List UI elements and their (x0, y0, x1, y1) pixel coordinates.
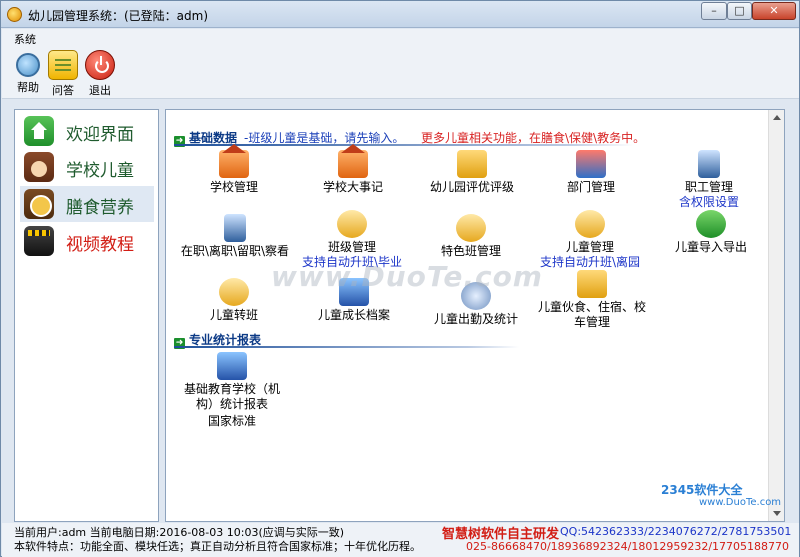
tile-school-events[interactable]: 学校大事记 (308, 144, 398, 195)
sidebar-item-school-children[interactable]: 学校儿童 (20, 149, 154, 185)
minimize-button[interactable]: – (701, 2, 727, 20)
qq-contact: QQ:542362333/2234076272/2781753501 (560, 525, 792, 538)
sidebar-item-label: 膳食营养 (66, 198, 134, 218)
status-bar: 当前用户:adm 当前电脑日期:2016-08-03 10:03(应调与实际一致… (2, 523, 799, 557)
app-window: 幼儿园管理系统：(已登陆：adm) – □ ✕ 系统 帮助 问答 退出 欢迎界面… (0, 0, 800, 557)
sidebar-item-label: 学校儿童 (66, 161, 134, 181)
qa-button[interactable]: 问答 (45, 50, 81, 98)
phone-contact: 025-86668470/18936892324/18012959232/177… (466, 540, 790, 553)
status-features: 本软件特点：功能全面、模块任选；真正自动分析且符合国家标准；十年优化历程。 (14, 540, 421, 553)
home-icon (24, 116, 54, 146)
menu-bar: 系统 (2, 29, 799, 47)
staff-status-icon (224, 214, 246, 242)
tile-special-class[interactable]: 特色班管理 (426, 214, 516, 259)
app-icon (7, 7, 22, 22)
toolbar: 帮助 问答 退出 (2, 47, 799, 99)
qa-icon (48, 50, 78, 80)
tile-school-management[interactable]: 学校管理 (194, 144, 274, 195)
tile-staff-management[interactable]: 职工管理 含权限设置 (664, 150, 754, 209)
power-icon (85, 50, 115, 80)
vertical-scrollbar[interactable] (768, 110, 784, 521)
close-button[interactable]: ✕ (752, 2, 796, 20)
import-export-icon (696, 210, 726, 238)
title-bar: 幼儿园管理系统：(已登陆：adm) – □ ✕ (1, 1, 799, 28)
exit-label: 退出 (89, 84, 111, 97)
qa-label: 问答 (52, 84, 74, 97)
tile-evaluation[interactable]: 幼儿园评优评级 (421, 150, 523, 195)
child-icon (24, 152, 54, 182)
exit-button[interactable]: 退出 (82, 50, 118, 98)
menu-system[interactable]: 系统 (14, 31, 36, 47)
staff-icon (698, 150, 720, 178)
scroll-up-icon[interactable] (773, 115, 781, 120)
food-icon (24, 189, 54, 219)
school-events-icon (338, 144, 368, 178)
corner-logo: 2345软件大全 (661, 483, 743, 497)
help-button[interactable]: 帮助 (10, 50, 46, 95)
children-icon (575, 210, 605, 238)
window-title: 幼儿园管理系统：(已登陆：adm) (28, 9, 209, 23)
tile-child-import-export[interactable]: 儿童导入导出 (666, 210, 756, 255)
tile-meals-boarding-bus[interactable]: 儿童伙食、住宿、校车管理 (536, 270, 648, 330)
watermark: www.DuoTe.com (271, 260, 543, 293)
department-icon (576, 150, 606, 178)
school-house-icon (219, 144, 249, 178)
meals-icon (577, 270, 607, 298)
video-icon (24, 226, 54, 256)
help-icon (16, 53, 40, 77)
main-panel: ➜ 基础数据 -班级儿童是基础，请先输入。 更多儿童相关功能，在膳食\保健\教务中… (165, 109, 785, 522)
sidebar-item-video-tutorial[interactable]: 视频教程 (20, 223, 154, 259)
maximize-button[interactable]: □ (727, 2, 752, 20)
tile-child-transfer[interactable]: 儿童转班 (194, 278, 274, 323)
tile-child-management[interactable]: 儿童管理 支持自动升班\离园 (534, 210, 646, 269)
star-house-icon (457, 150, 487, 178)
class-group-icon (337, 210, 367, 238)
tile-department[interactable]: 部门管理 (551, 150, 631, 195)
scroll-down-icon[interactable] (773, 511, 781, 516)
help-label: 帮助 (17, 81, 39, 94)
tile-education-report[interactable]: 基础教育学校（机构）统计报表 国家标准 (184, 352, 280, 429)
sidebar-item-welcome[interactable]: 欢迎界面 (20, 113, 154, 149)
transfer-icon (219, 278, 249, 306)
special-class-icon (456, 214, 486, 242)
sidebar-item-label: 视频教程 (66, 235, 134, 255)
section-divider (174, 346, 519, 348)
sidebar-item-meals[interactable]: 膳食营养 (20, 186, 154, 222)
sidebar-item-label: 欢迎界面 (66, 125, 134, 145)
corner-logo-url: www.DuoTe.com (699, 497, 782, 508)
report-icon (217, 352, 247, 380)
sidebar: 欢迎界面 学校儿童 膳食营养 视频教程 (14, 109, 159, 522)
tile-staff-status[interactable]: 在职\离职\留职\察看 (174, 214, 296, 259)
